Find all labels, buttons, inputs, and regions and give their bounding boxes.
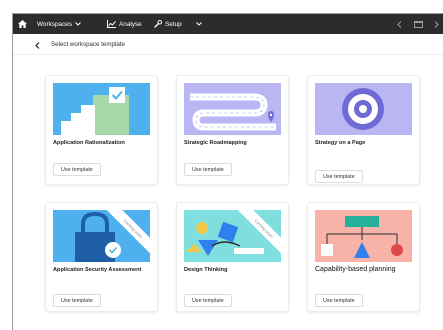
card-title: Application Security Assessment xyxy=(53,267,142,273)
template-thumbnail xyxy=(184,83,281,135)
use-template-button[interactable]: Use template xyxy=(184,163,232,176)
card-title: Design Thinking xyxy=(184,267,228,273)
app-window: Workspaces Analyse Setup Select workspac… xyxy=(12,13,443,330)
top-navigation-bar: Workspaces Analyse Setup xyxy=(13,14,443,34)
nav-analyse[interactable]: Analyse xyxy=(107,14,142,34)
template-card-application-rationalization[interactable]: Application Rationalization Use template xyxy=(45,75,158,185)
target-illustration-icon xyxy=(342,88,384,130)
use-template-button[interactable]: Use template xyxy=(53,163,101,176)
home-button[interactable] xyxy=(18,14,27,34)
home-icon xyxy=(18,20,27,28)
nav-analyse-label: Analyse xyxy=(119,20,142,28)
template-card-capability-based-planning[interactable]: Capability-based planning Use template xyxy=(307,202,420,312)
nav-workspaces[interactable]: Workspaces xyxy=(37,14,81,34)
chart-line-icon xyxy=(107,20,116,28)
back-button[interactable] xyxy=(31,39,43,51)
template-thumbnail xyxy=(53,83,150,135)
nav-more-dropdown[interactable] xyxy=(196,14,202,34)
nav-next-button[interactable] xyxy=(434,14,439,34)
card-title: Capability-based planning xyxy=(315,266,396,273)
template-thumbnail: Coming soon xyxy=(53,210,150,262)
page-subheader: Select workspace template xyxy=(13,35,443,55)
template-card-design-thinking[interactable]: Coming soon Design Thinking Use template xyxy=(176,202,289,312)
nav-setup-label: Setup xyxy=(165,20,182,28)
template-card-application-security-assessment[interactable]: Coming soon Application Security Assessm… xyxy=(45,202,158,312)
chevron-left-icon xyxy=(34,41,39,49)
chevron-left-icon xyxy=(397,20,402,28)
template-card-strategic-roadmapping[interactable]: Strategic Roadmapping Use template xyxy=(176,75,289,185)
page-title: Select workspace template xyxy=(51,41,125,48)
stairs-illustration-icon xyxy=(61,87,129,135)
card-title: Application Rationalization xyxy=(53,140,125,146)
template-thumbnail: Coming soon xyxy=(184,210,281,262)
chevron-right-icon xyxy=(434,20,439,28)
template-thumbnail xyxy=(315,210,412,262)
chevron-down-icon xyxy=(75,22,81,26)
nav-setup[interactable]: Setup xyxy=(154,14,182,34)
use-template-button[interactable]: Use template xyxy=(184,294,232,307)
nav-workspaces-label: Workspaces xyxy=(37,20,73,28)
wrench-icon xyxy=(154,20,162,28)
window-button[interactable] xyxy=(414,14,423,34)
use-template-button[interactable]: Use template xyxy=(315,170,363,183)
template-thumbnail xyxy=(315,83,412,135)
nav-prev-button[interactable] xyxy=(397,14,402,34)
use-template-button[interactable]: Use template xyxy=(315,294,363,307)
card-title: Strategy on a Page xyxy=(315,140,366,146)
chevron-down-icon xyxy=(196,22,202,26)
use-template-button[interactable]: Use template xyxy=(53,294,101,307)
template-card-strategy-on-a-page[interactable]: Strategy on a Page Use template xyxy=(307,75,420,185)
flow-diagram-illustration-icon xyxy=(321,216,403,258)
card-title: Strategic Roadmapping xyxy=(184,140,247,146)
road-illustration-icon xyxy=(190,93,276,131)
window-icon xyxy=(414,20,423,28)
